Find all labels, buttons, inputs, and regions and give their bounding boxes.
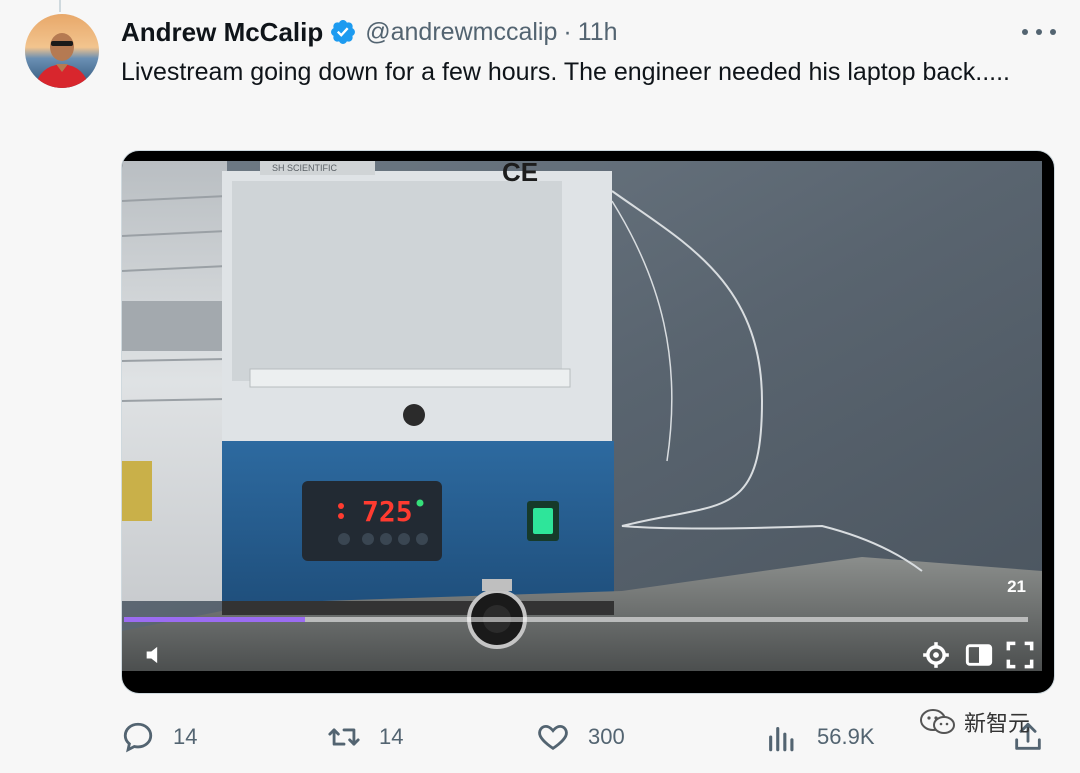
progress-fill xyxy=(124,617,305,622)
tweet-actions: 14 14 300 56.9K xyxy=(121,716,1051,760)
more-dot xyxy=(1022,29,1028,35)
temperature-display: 725 xyxy=(362,495,413,528)
progress-bar[interactable] xyxy=(124,617,1028,622)
pip-icon[interactable] xyxy=(965,641,993,669)
retweet-count: 14 xyxy=(379,724,404,749)
reply-count: 14 xyxy=(173,724,198,749)
watermark-text: 新智元 xyxy=(964,712,1031,737)
watermark: 新智元 xyxy=(918,706,1030,738)
more-dot xyxy=(1036,29,1042,35)
furnace-brand: SH SCIENTIFIC xyxy=(272,163,338,173)
settings-icon[interactable] xyxy=(922,641,950,669)
video-frame: CE SH SCIENTIFIC 725 xyxy=(122,161,1042,671)
fullscreen-icon[interactable] xyxy=(1006,641,1034,669)
views-count: 56.9K xyxy=(817,724,875,749)
reply-button[interactable]: 14 xyxy=(121,716,197,758)
retweet-icon xyxy=(328,728,360,746)
more-dot xyxy=(1050,29,1056,35)
ce-mark: CE xyxy=(502,161,538,187)
volume-icon[interactable] xyxy=(142,641,170,669)
timestamp-badge: 21 xyxy=(1007,577,1026,596)
video-player[interactable]: CE SH SCIENTIFIC 725 21 xyxy=(121,150,1055,694)
like-count: 300 xyxy=(588,724,625,749)
retweet-button[interactable]: 14 xyxy=(327,716,403,758)
separator-dot: · xyxy=(563,17,572,46)
tweet-header: Andrew McCalip @andrewmccalip · 11h xyxy=(121,15,618,49)
avatar[interactable] xyxy=(25,14,99,88)
views-icon xyxy=(769,726,794,752)
more-icon[interactable] xyxy=(1022,22,1056,42)
views-button[interactable]: 56.9K xyxy=(765,716,875,758)
avatar-image xyxy=(25,14,99,88)
tweet-time[interactable]: 11h xyxy=(578,18,618,47)
tweet-text: Livestream going down for a few hours. T… xyxy=(121,58,1010,86)
wechat-icon xyxy=(920,709,955,734)
thread-line xyxy=(59,0,61,12)
like-button[interactable]: 300 xyxy=(536,716,625,758)
reply-icon xyxy=(123,722,153,753)
display-name[interactable]: Andrew McCalip xyxy=(121,17,323,48)
like-icon xyxy=(538,724,568,751)
verified-badge-icon xyxy=(331,20,356,44)
handle[interactable]: @andrewmccalip xyxy=(365,18,557,47)
